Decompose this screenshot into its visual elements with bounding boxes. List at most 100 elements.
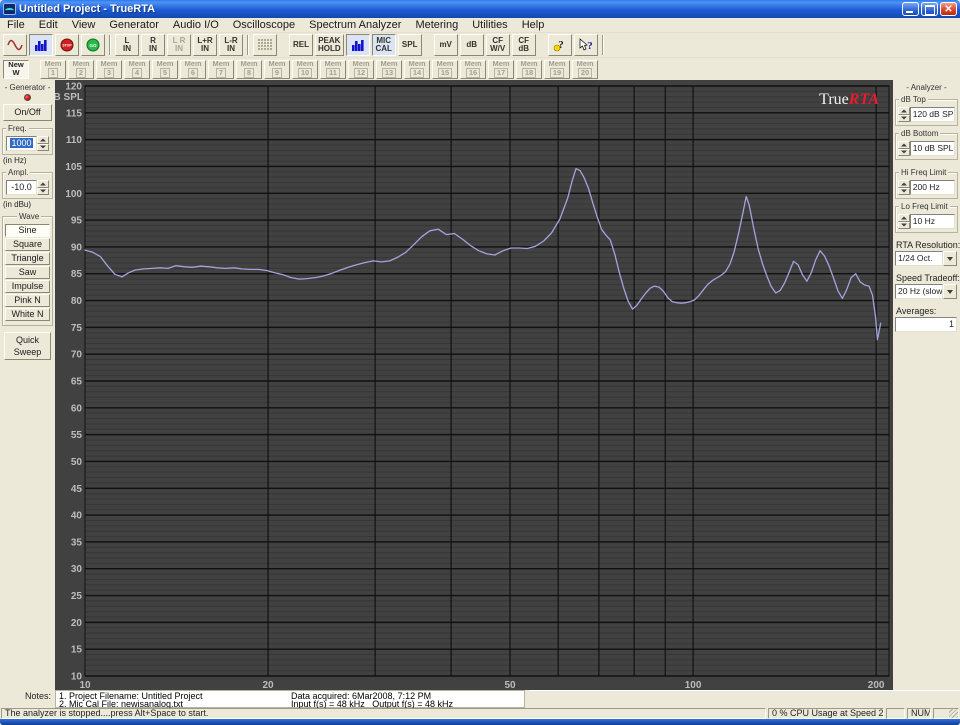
stop-button[interactable]: STOP <box>55 34 79 56</box>
mem-button-4[interactable]: Mem4 <box>124 60 150 79</box>
lo-freq-spin-up-button[interactable] <box>898 214 910 222</box>
mem-button-6[interactable]: Mem6 <box>180 60 206 79</box>
spl-button[interactable]: SPL <box>398 34 422 56</box>
close-button[interactable] <box>940 2 957 16</box>
ampl-unit-label: (in dBu) <box>3 200 53 209</box>
menu-item-view[interactable]: View <box>65 18 103 33</box>
cf-wv-button[interactable]: CFW/V <box>486 34 510 56</box>
menu-item-oscilloscope[interactable]: Oscilloscope <box>226 18 302 33</box>
context-help-button[interactable]: ? <box>574 34 598 56</box>
mem-button-8[interactable]: Mem8 <box>236 60 262 79</box>
lo-freq-spin-down-button[interactable] <box>898 222 910 230</box>
help-button[interactable]: ? <box>548 34 572 56</box>
mem-button-1[interactable]: Mem1 <box>40 60 66 79</box>
hi-freq-value[interactable]: 200 Hz <box>910 180 955 195</box>
right-input-button[interactable]: RIN <box>141 34 165 56</box>
ampl-input[interactable]: -10.0 <box>6 180 37 195</box>
peak-hold-button[interactable]: PEAKHOLD <box>315 34 344 56</box>
menu-item-metering[interactable]: Metering <box>408 18 465 33</box>
mem-button-10[interactable]: Mem10 <box>292 60 318 79</box>
menu-item-audio-i-o[interactable]: Audio I/O <box>166 18 226 33</box>
rel-button[interactable]: REL <box>289 34 313 56</box>
mv-button[interactable]: mV <box>434 34 458 56</box>
y-axis-tick-label: 15 <box>71 645 83 656</box>
mic-cal-button[interactable]: MICCAL <box>372 34 396 56</box>
ampl-spin-up-button[interactable] <box>37 180 49 188</box>
menu-item-file[interactable]: File <box>0 18 32 33</box>
y-axis-tick-label: 30 <box>71 564 83 575</box>
db-bottom-value[interactable]: 10 dB SPL <box>910 141 955 156</box>
mem-button-17[interactable]: Mem17 <box>488 60 514 79</box>
freq-unit-label: (in Hz) <box>3 156 53 165</box>
hi-freq-spin-down-button[interactable] <box>898 188 910 196</box>
mem-button-9[interactable]: Mem9 <box>264 60 290 79</box>
db-button[interactable]: dB <box>460 34 484 56</box>
l-minus-r-input-button[interactable]: L-RIN <box>219 34 243 56</box>
notes-row: Notes: 1. Project Filename: Untitled Pro… <box>0 690 960 708</box>
wave-sine-button[interactable]: Sine <box>5 224 50 237</box>
wave-pink-n-button[interactable]: Pink N <box>5 294 50 307</box>
y-axis-tick-label: 35 <box>71 537 83 548</box>
averages-label: Averages: <box>896 306 958 316</box>
maximize-button[interactable] <box>921 2 938 16</box>
db-top-spin-down-button[interactable] <box>898 115 910 123</box>
freq-spin-down-button[interactable] <box>37 144 49 152</box>
stereo-input-button[interactable]: L RIN <box>167 34 191 56</box>
mem-button-18[interactable]: Mem18 <box>516 60 542 79</box>
left-input-button[interactable]: LIN <box>115 34 139 56</box>
mem-button-14[interactable]: Mem14 <box>404 60 430 79</box>
mem-button-13[interactable]: Mem13 <box>376 60 402 79</box>
notes-box[interactable]: 1. Project Filename: Untitled Project 2.… <box>55 690 525 708</box>
mem-button-5[interactable]: Mem5 <box>152 60 178 79</box>
rta-resolution-dropdown-arrow[interactable] <box>943 251 957 266</box>
ampl-spin-down-button[interactable] <box>37 188 49 196</box>
menu-item-help[interactable]: Help <box>515 18 552 33</box>
mem-button-20[interactable]: Mem20 <box>572 60 598 79</box>
go-button[interactable]: GO <box>81 34 105 56</box>
quick-sweep-button[interactable]: QuickSweep <box>4 332 51 360</box>
db-bottom-spin-up-button[interactable] <box>898 141 910 149</box>
menu-item-generator[interactable]: Generator <box>102 18 166 33</box>
mem-button-7[interactable]: Mem7 <box>208 60 234 79</box>
mem-button-16[interactable]: Mem16 <box>460 60 486 79</box>
app-icon <box>3 3 16 15</box>
db-bottom-spin-down-button[interactable] <box>898 149 910 157</box>
menu-item-utilities[interactable]: Utilities <box>465 18 514 33</box>
wave-square-button[interactable]: Square <box>5 238 50 251</box>
lo-freq-value[interactable]: 10 Hz <box>910 214 955 229</box>
wave-impulse-button[interactable]: Impulse <box>5 280 50 293</box>
generator-on-off-button[interactable]: On/Off <box>3 104 52 121</box>
speed-tradeoff-dropdown-arrow[interactable] <box>943 284 957 299</box>
mem-button-12[interactable]: Mem12 <box>348 60 374 79</box>
rta-resolution-dropdown[interactable]: 1/24 Oct. <box>895 251 957 266</box>
db-top-spin-up-button[interactable] <box>898 107 910 115</box>
menu-item-spectrum-analyzer[interactable]: Spectrum Analyzer <box>302 18 408 33</box>
resize-grip[interactable] <box>949 709 958 718</box>
speed-tradeoff-dropdown[interactable]: 20 Hz (slow) <box>895 284 957 299</box>
minimize-button[interactable] <box>902 2 919 16</box>
analyzer-view-button[interactable] <box>29 34 53 56</box>
mem-button-11[interactable]: Mem11 <box>320 60 346 79</box>
freq-input[interactable]: 1000 <box>6 136 37 151</box>
mem-button-15[interactable]: Mem15 <box>432 60 458 79</box>
generator-panel: - Generator - On/Off Freq. 1000 (in Hz) … <box>0 80 55 690</box>
wave-saw-button[interactable]: Saw <box>5 266 50 279</box>
main-toolbar: STOPGO LINRINL RINL+RINL-RIN RELPEAKHOLD MI… <box>0 33 960 58</box>
bar-display-button[interactable] <box>346 34 370 56</box>
db-top-value[interactable]: 120 dB SPL <box>910 107 955 122</box>
wave-triangle-button[interactable]: Triangle <box>5 252 50 265</box>
wave-white-n-button[interactable]: White N <box>5 308 50 321</box>
grid-button[interactable] <box>253 34 277 56</box>
cf-db-button[interactable]: CFdB <box>512 34 536 56</box>
hi-freq-spin-up-button[interactable] <box>898 180 910 188</box>
mem-button-2[interactable]: Mem2 <box>68 60 94 79</box>
menu-item-edit[interactable]: Edit <box>32 18 65 33</box>
new-workspace-button[interactable]: NewW <box>3 60 29 79</box>
freq-spin-up-button[interactable] <box>37 136 49 144</box>
generator-view-button[interactable] <box>3 34 27 56</box>
y-axis-tick-label: 65 <box>71 377 83 388</box>
mem-button-19[interactable]: Mem19 <box>544 60 570 79</box>
l-plus-r-input-button[interactable]: L+RIN <box>193 34 217 56</box>
mem-button-3[interactable]: Mem3 <box>96 60 122 79</box>
averages-input[interactable]: 1 <box>895 317 957 332</box>
